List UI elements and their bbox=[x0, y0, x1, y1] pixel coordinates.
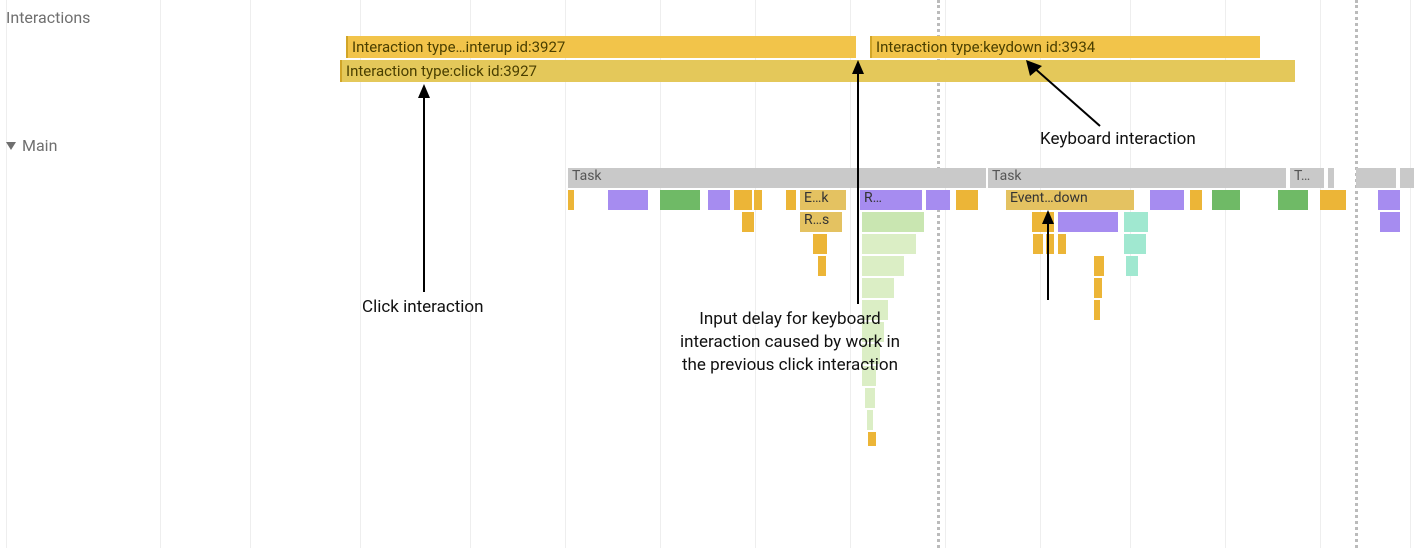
time-marker-1 bbox=[937, 0, 940, 548]
flame-block[interactable] bbox=[1380, 212, 1400, 232]
flame-block[interactable] bbox=[1124, 234, 1146, 254]
flame-block[interactable] bbox=[568, 190, 574, 210]
flame-block[interactable] bbox=[1150, 190, 1184, 210]
flame-block[interactable] bbox=[926, 190, 950, 210]
task-block[interactable] bbox=[1400, 168, 1414, 188]
annotation-click: Click interaction bbox=[362, 296, 484, 319]
interaction-pointerup[interactable]: Interaction type…interup id:3927 bbox=[346, 36, 856, 58]
flame-block[interactable] bbox=[1046, 234, 1054, 254]
flame-block[interactable] bbox=[956, 190, 978, 210]
flame-block[interactable] bbox=[708, 190, 730, 210]
flame-block[interactable] bbox=[660, 190, 700, 210]
flame-block[interactable] bbox=[1094, 278, 1102, 298]
flame-block-rdots[interactable]: R… bbox=[860, 190, 922, 210]
flame-block[interactable] bbox=[1033, 234, 1043, 254]
track-label: Main bbox=[22, 136, 57, 155]
task-block[interactable] bbox=[1328, 168, 1334, 188]
flame-block[interactable] bbox=[862, 278, 894, 298]
main-track-header[interactable]: Main bbox=[6, 136, 57, 155]
flame-block-rs[interactable]: R…s bbox=[800, 212, 842, 232]
flame-block[interactable] bbox=[1278, 190, 1308, 210]
flame-block[interactable] bbox=[1212, 190, 1240, 210]
annotation-arrows bbox=[0, 0, 1428, 548]
task-block[interactable] bbox=[1356, 168, 1396, 188]
annotation-keyboard: Keyboard interaction bbox=[1040, 128, 1196, 151]
flame-block[interactable] bbox=[734, 190, 752, 210]
flame-block[interactable] bbox=[862, 234, 916, 254]
flame-block[interactable] bbox=[1190, 190, 1202, 210]
flame-block[interactable] bbox=[1378, 190, 1400, 210]
annotation-delay: Input delay for keyboard interaction cau… bbox=[660, 308, 920, 377]
flame-block[interactable] bbox=[1320, 190, 1346, 210]
flame-block[interactable] bbox=[1126, 256, 1138, 276]
flame-block[interactable] bbox=[1058, 234, 1066, 254]
flame-block[interactable] bbox=[868, 432, 876, 446]
flame-block[interactable] bbox=[742, 212, 754, 232]
flame-block[interactable] bbox=[867, 410, 873, 430]
flame-block[interactable] bbox=[1094, 300, 1100, 320]
flame-block[interactable] bbox=[818, 256, 826, 276]
flame-block[interactable] bbox=[754, 190, 762, 210]
interaction-click[interactable]: Interaction type:click id:3927 bbox=[340, 60, 1295, 82]
time-marker-2 bbox=[1355, 0, 1358, 548]
flame-block[interactable] bbox=[865, 388, 875, 408]
flame-block[interactable] bbox=[608, 190, 648, 210]
flame-block[interactable] bbox=[862, 256, 904, 276]
track-label: Interactions bbox=[6, 8, 90, 27]
flame-block[interactable] bbox=[813, 234, 827, 254]
flame-block[interactable] bbox=[1058, 212, 1118, 232]
flame-block[interactable] bbox=[1094, 256, 1104, 276]
task-block[interactable]: Task bbox=[568, 168, 986, 188]
flame-block-eventdown[interactable]: Event…down bbox=[1006, 190, 1134, 210]
flame-block[interactable] bbox=[862, 212, 924, 232]
flame-block[interactable] bbox=[1032, 212, 1054, 232]
flame-block[interactable] bbox=[1124, 212, 1148, 232]
interaction-keydown[interactable]: Interaction type:keydown id:3934 bbox=[870, 36, 1260, 58]
task-block[interactable]: Task bbox=[988, 168, 1286, 188]
flame-block-ek[interactable]: E…k bbox=[800, 190, 846, 210]
task-block[interactable]: T… bbox=[1290, 168, 1324, 188]
interactions-track-header[interactable]: Interactions bbox=[6, 8, 90, 27]
flame-block[interactable] bbox=[786, 190, 796, 210]
collapse-icon bbox=[6, 142, 16, 150]
